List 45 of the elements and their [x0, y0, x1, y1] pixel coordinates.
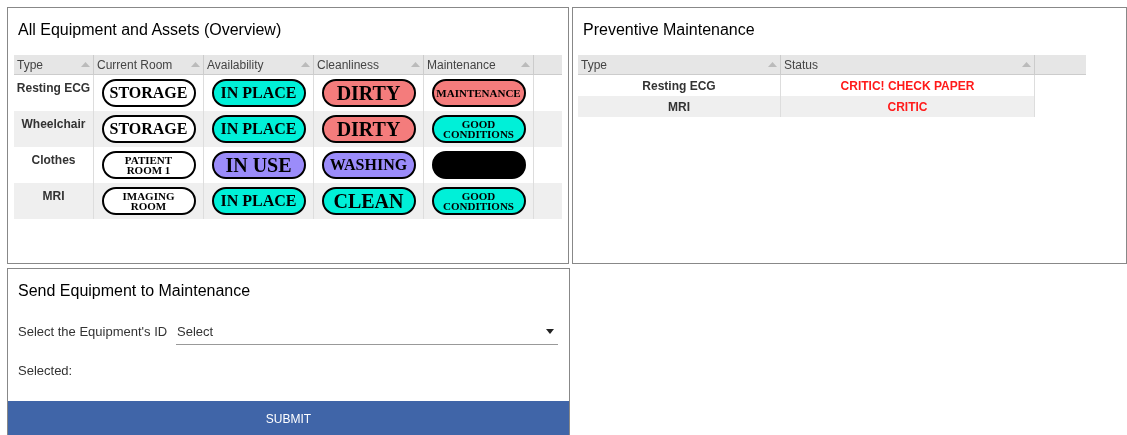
status-badge: PATIENT ROOM 1	[101, 151, 196, 179]
status-badge: CLEAN	[321, 187, 416, 215]
status-text: CRITIC! CHECK PAPER	[840, 77, 975, 95]
column-header[interactable]: Type	[14, 55, 94, 74]
sort-icon	[768, 62, 777, 67]
table-cell-text: Resting ECG	[642, 77, 716, 95]
status-text: CRITIC	[887, 98, 928, 116]
status-badge: DIRTY	[321, 79, 416, 107]
column-header[interactable]: Type	[578, 55, 781, 74]
dropdown-caret-icon	[546, 329, 554, 334]
table-cell-text: Clothes	[31, 152, 76, 167]
status-badge: IN PLACE	[211, 187, 306, 215]
status-badge: DIRTY	[321, 115, 416, 143]
column-header[interactable]: Current Room	[94, 55, 204, 74]
selected-label: Selected:	[17, 362, 74, 380]
sort-icon	[81, 62, 90, 67]
panel-title: All Equipment and Assets (Overview)	[17, 20, 283, 40]
status-badge: MAINTENANCE	[431, 79, 526, 107]
sort-icon	[1022, 62, 1031, 67]
column-header[interactable]: Availability	[204, 55, 314, 74]
sort-icon	[521, 62, 530, 67]
status-badge: STORAGE	[101, 79, 196, 107]
table-cell-text: Resting ECG	[16, 80, 91, 95]
panel-title: Preventive Maintenance	[582, 20, 756, 40]
status-badge: GOOD CONDITIONS	[431, 115, 526, 143]
table-cell-text: Wheelchair	[21, 116, 86, 131]
column-header[interactable]: Cleanliness	[314, 55, 424, 74]
sort-icon	[191, 62, 200, 67]
field-label: Select the Equipment's ID	[18, 323, 169, 341]
column-header[interactable]: Status	[781, 55, 1035, 74]
status-badge: IMAGING ROOM	[101, 187, 196, 215]
table-cell-text: MRI	[668, 98, 690, 116]
column-header[interactable]: Maintenance	[424, 55, 534, 74]
submit-button[interactable]: SUBMIT	[8, 401, 569, 435]
sort-icon	[411, 62, 420, 67]
table-cell-text: MRI	[42, 188, 65, 203]
status-badge: IN PLACE	[211, 115, 306, 143]
status-badge: IN USE	[211, 151, 306, 179]
status-badge: IN PLACE	[211, 79, 306, 107]
status-badge: GOOD CONDITIONS	[431, 187, 526, 215]
equipment-select[interactable]: Select	[176, 319, 558, 345]
panel-title: Send Equipment to Maintenance	[17, 281, 252, 301]
sort-icon	[301, 62, 310, 67]
status-badge: STORAGE	[101, 115, 196, 143]
status-badge: WASHING	[321, 151, 416, 179]
